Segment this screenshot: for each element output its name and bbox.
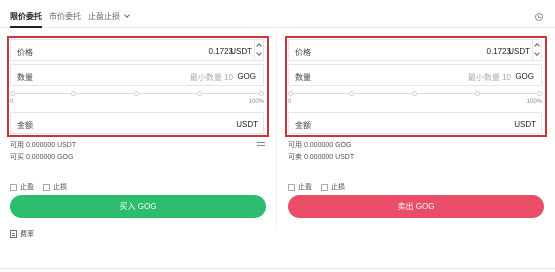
slider-stop-75[interactable] xyxy=(475,91,480,96)
sell-available-gog: 可用 0.000000 GOG xyxy=(288,142,352,149)
fee-rate-label: 费率 xyxy=(20,231,34,238)
panel-divider xyxy=(276,30,277,230)
sell-take-profit-checkbox[interactable]: 止盈 xyxy=(288,182,312,192)
slider-max-label: 100% xyxy=(526,99,542,105)
checkbox-icon[interactable] xyxy=(43,183,50,191)
bottom-divider xyxy=(0,268,555,269)
buy-button[interactable]: 买入 GOG xyxy=(10,195,266,218)
take-profit-label: 止盈 xyxy=(298,184,312,191)
checkbox-icon[interactable] xyxy=(10,183,17,191)
take-profit-label: 止盈 xyxy=(20,184,34,191)
sell-price-label: 价格 xyxy=(295,48,311,57)
buy-price-label: 价格 xyxy=(17,48,33,57)
tab-stop-order[interactable]: 止盈止损 xyxy=(88,12,130,22)
sell-stop-loss-checkbox[interactable]: 止损 xyxy=(321,182,345,192)
chevron-up-icon[interactable] xyxy=(534,43,540,49)
stop-loss-label: 止损 xyxy=(331,184,345,191)
slider-stop-25[interactable] xyxy=(71,91,76,96)
sell-quantity-input[interactable]: 最小数量 10 xyxy=(468,72,511,83)
chevron-down-icon[interactable] xyxy=(534,50,540,56)
buy-price-field[interactable]: 价格 0.1723 USDT xyxy=(10,39,264,61)
slider-stop-25[interactable] xyxy=(349,91,354,96)
slider-max-label: 100% xyxy=(248,99,264,105)
tab-limit-order[interactable]: 限价委托 xyxy=(10,12,42,22)
tab-market-order[interactable]: 市价委托 xyxy=(49,12,81,22)
slider-min-label: 0 xyxy=(288,99,292,105)
tab-stop-order-label: 止盈止损 xyxy=(88,12,120,21)
slider-stop-50[interactable] xyxy=(134,91,139,96)
buy-price-unit: USDT xyxy=(230,47,252,56)
slider-stop-0[interactable] xyxy=(10,91,15,96)
buy-quantity-label: 数量 xyxy=(17,73,33,82)
buy-price-stepper[interactable] xyxy=(254,40,263,60)
buy-stop-loss-checkbox[interactable]: 止损 xyxy=(43,182,67,192)
buy-percent-slider[interactable]: 0 100% xyxy=(10,90,264,106)
swap-icon[interactable] xyxy=(257,140,266,148)
checkbox-icon[interactable] xyxy=(321,183,328,191)
buy-amount-unit: USDT xyxy=(236,120,258,129)
buy-quantity-unit: GOG xyxy=(237,72,256,81)
buy-quantity-input[interactable]: 最小数量 10 xyxy=(190,72,233,83)
slider-stop-0[interactable] xyxy=(288,91,293,96)
clock-icon[interactable] xyxy=(535,13,543,21)
sell-percent-slider[interactable]: 0 100% xyxy=(288,90,542,106)
sell-max-usdt: 可卖 0.000000 USDT xyxy=(288,154,355,161)
active-tab-underline xyxy=(10,26,42,28)
sell-quantity-field[interactable]: 数量 最小数量 10 GOG xyxy=(288,64,542,86)
slider-min-label: 0 xyxy=(10,99,14,105)
buy-amount-field[interactable]: 金额 USDT xyxy=(10,112,264,134)
buy-available-usdt: 可用 0.000000 USDT xyxy=(10,142,77,149)
chevron-up-icon[interactable] xyxy=(256,43,262,49)
slider-stop-75[interactable] xyxy=(197,91,202,96)
buy-max-gog: 可买 0.000000 GOG xyxy=(10,154,74,161)
checkbox-icon[interactable] xyxy=(288,183,295,191)
sell-price-stepper[interactable] xyxy=(532,40,541,60)
sell-quantity-unit: GOG xyxy=(515,72,534,81)
buy-quantity-field[interactable]: 数量 最小数量 10 GOG xyxy=(10,64,264,86)
slider-stop-100[interactable] xyxy=(259,91,264,96)
chevron-down-icon xyxy=(124,12,130,18)
order-type-tabs: 限价委托 市价委托 止盈止损 xyxy=(0,0,555,28)
slider-stop-50[interactable] xyxy=(412,91,417,96)
sell-price-unit: USDT xyxy=(508,47,530,56)
document-icon xyxy=(10,230,17,238)
sell-amount-label: 金额 xyxy=(295,121,311,130)
buy-amount-label: 金额 xyxy=(17,121,33,130)
fee-rate-link[interactable]: 费率 xyxy=(10,229,34,239)
chevron-down-icon[interactable] xyxy=(256,50,262,56)
sell-button[interactable]: 卖出 GOG xyxy=(288,195,544,218)
sell-quantity-label: 数量 xyxy=(295,73,311,82)
slider-stop-100[interactable] xyxy=(537,91,542,96)
sell-amount-unit: USDT xyxy=(514,120,536,129)
stop-loss-label: 止损 xyxy=(53,184,67,191)
buy-take-profit-checkbox[interactable]: 止盈 xyxy=(10,182,34,192)
sell-amount-field[interactable]: 金额 USDT xyxy=(288,112,542,134)
sell-price-field[interactable]: 价格 0.1723 USDT xyxy=(288,39,542,61)
